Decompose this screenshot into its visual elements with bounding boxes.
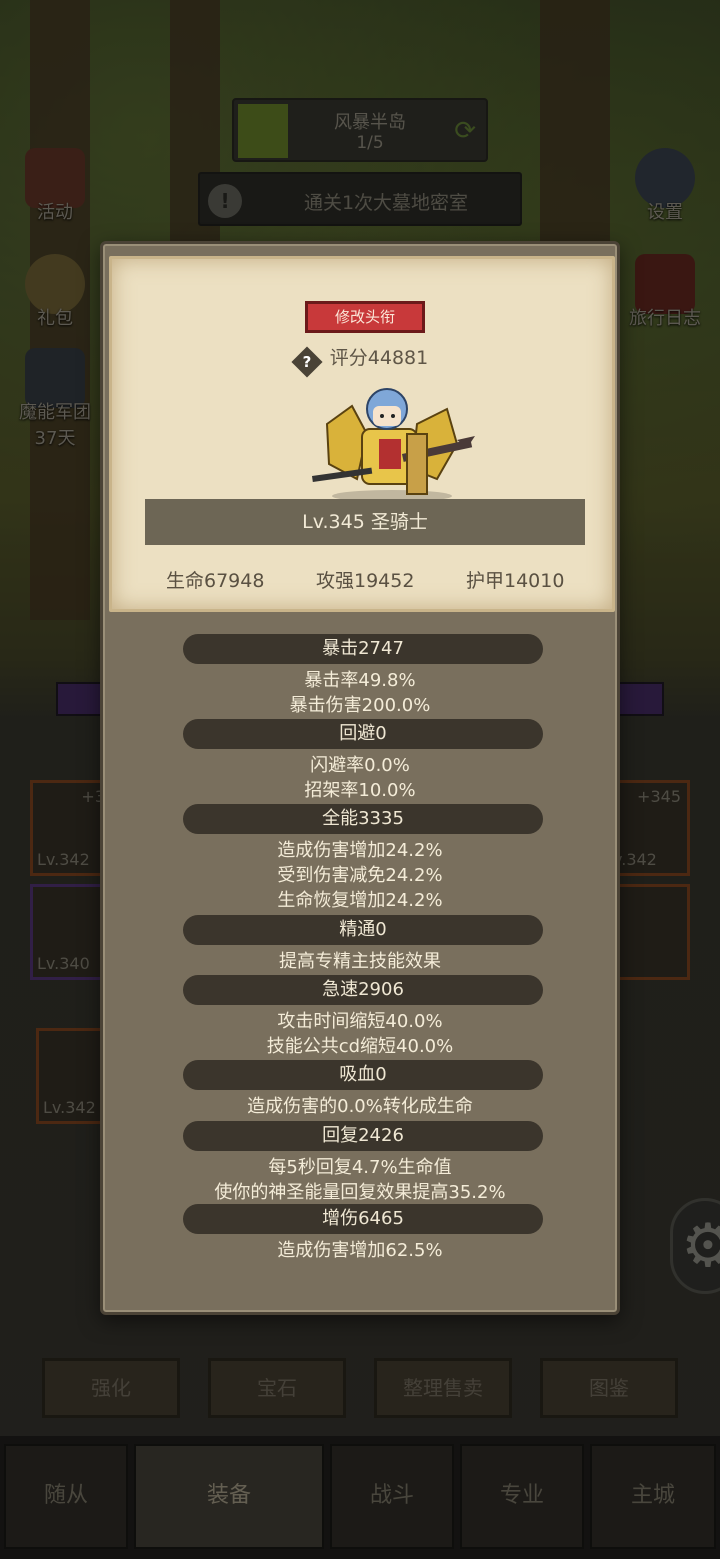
- stat-line: 生命恢复增加24.2%: [277, 890, 443, 911]
- paladin-hero-icon: [312, 388, 475, 502]
- stat-line: 受到伤害减免24.2%: [277, 865, 443, 886]
- versatility-header: 全能3335: [183, 804, 543, 834]
- stat-line: 暴击伤害200.0%: [289, 695, 431, 716]
- score-row: ? 评分44881: [112, 343, 612, 378]
- stat-line: 闪避率0.0%: [310, 755, 410, 776]
- avoidance-header: 回避0: [183, 719, 543, 749]
- stat-line: 攻击时间缩短40.0%: [277, 1011, 443, 1032]
- lifesteal-header: 吸血0: [183, 1060, 543, 1090]
- stat-line: 造成伤害的0.0%转化成生命: [247, 1096, 473, 1117]
- stat-line: 每5秒回复4.7%生命值: [268, 1157, 452, 1178]
- character-stats-popup: 修改头衔 ? 评分44881 Lv.345 圣骑士 生命67948 攻强19452…: [100, 241, 620, 1315]
- stat-line: 招架率10.0%: [304, 780, 416, 801]
- mastery-header: 精通0: [183, 915, 543, 945]
- attack-power-stat: 攻强19452: [316, 570, 415, 592]
- stat-line: 造成伤害增加62.5%: [277, 1240, 443, 1261]
- stat-line: 造成伤害增加24.2%: [277, 840, 443, 861]
- haste-header: 急速2906: [183, 975, 543, 1005]
- character-card: 修改头衔 ? 评分44881 Lv.345 圣骑士 生命67948 攻强19452…: [109, 256, 615, 612]
- stat-line: 暴击率49.8%: [304, 670, 416, 691]
- rename-title-button[interactable]: 修改头衔: [305, 301, 425, 333]
- stat-line: 技能公共cd缩短40.0%: [266, 1036, 454, 1057]
- armor-stat: 护甲14010: [466, 570, 565, 592]
- hp-stat: 生命67948: [166, 570, 265, 592]
- stat-line: 提高专精主技能效果: [279, 951, 441, 972]
- crit-header: 暴击2747: [183, 634, 543, 664]
- damage-bonus-header: 增伤6465: [183, 1204, 543, 1234]
- score-value: 评分44881: [329, 347, 429, 369]
- hero-name-banner: Lv.345 圣骑士: [145, 499, 585, 545]
- regen-header: 回复2426: [183, 1121, 543, 1151]
- help-icon[interactable]: ?: [291, 346, 323, 378]
- stat-line: 使你的神圣能量回复效果提高35.2%: [214, 1182, 506, 1203]
